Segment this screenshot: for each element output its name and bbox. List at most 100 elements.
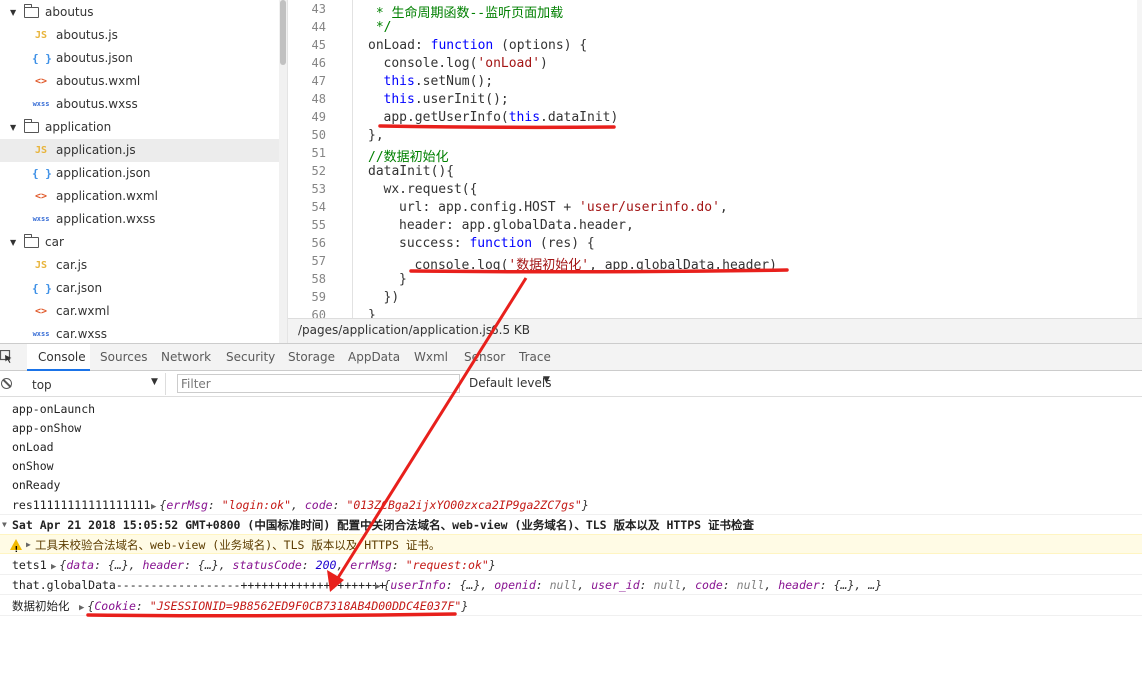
expand-caret-icon[interactable]: ▶ xyxy=(51,562,56,572)
caret-down-icon[interactable]: ▼ xyxy=(2,515,7,535)
object-preview[interactable]: ▶ {userInfo: {…}, openid: null, user_id: … xyxy=(375,575,882,597)
code-line[interactable]: this.setNum(); xyxy=(384,74,494,89)
caret-down-icon[interactable]: ▼ xyxy=(10,116,20,139)
file-row[interactable]: { } application.json xyxy=(0,162,279,185)
folder-row[interactable]: ▼ application xyxy=(0,116,279,139)
code-line[interactable]: app.getUserInfo(this.dataInit) xyxy=(384,110,619,125)
file-row[interactable]: wxss car.wxss xyxy=(0,323,279,343)
file-size: 6.5 KB xyxy=(491,323,530,337)
object-token: : xyxy=(332,498,347,512)
code-line[interactable]: dataInit(){ xyxy=(368,164,454,179)
context-selector[interactable]: top ▼ xyxy=(22,373,166,395)
console-filter-input[interactable] xyxy=(177,374,460,393)
file-row[interactable]: JS aboutus.js xyxy=(0,24,279,47)
line-number: 50 xyxy=(311,128,326,142)
object-token: : xyxy=(391,558,406,572)
code-line[interactable]: //数据初始化 xyxy=(368,146,449,165)
code-token: .dataInit) xyxy=(540,110,619,125)
file-row[interactable]: wxss application.wxss xyxy=(0,208,279,231)
code-line[interactable]: console.log('onLoad') xyxy=(384,56,548,71)
file-path: /pages/application/application.js xyxy=(298,323,493,337)
code-line[interactable]: onLoad: function (options) { xyxy=(368,38,587,53)
inspect-icon[interactable] xyxy=(0,350,12,363)
object-token: } xyxy=(461,599,469,613)
folder-row[interactable]: ▼ aboutus xyxy=(0,1,279,24)
file-row[interactable]: { } aboutus.json xyxy=(0,47,279,70)
code-line[interactable]: console.log('数据初始化', app.globalData.head… xyxy=(415,254,777,273)
code-token: console.log( xyxy=(414,258,509,273)
line-number: 49 xyxy=(311,110,326,124)
file-row[interactable]: <> car.wxml xyxy=(0,300,279,323)
code-line[interactable]: }) xyxy=(384,290,400,305)
group-title: Sat Apr 21 2018 15:05:52 GMT+0800 (中国标准时… xyxy=(12,518,754,532)
tab-console[interactable]: Console xyxy=(27,344,90,371)
console-log-row: onLoad xyxy=(0,437,1142,457)
tab-network[interactable]: Network xyxy=(161,344,211,371)
file-row[interactable]: <> aboutus.wxml xyxy=(0,70,279,93)
tab-wxml[interactable]: Wxml xyxy=(414,344,448,371)
tab-trace[interactable]: Trace xyxy=(519,344,551,371)
file-row[interactable]: JS car.js xyxy=(0,254,279,277)
object-token: user_id xyxy=(591,578,640,592)
line-number: 48 xyxy=(311,92,326,106)
file-tree-scrollbar[interactable] xyxy=(279,0,287,343)
caret-down-icon[interactable]: ▼ xyxy=(10,1,20,24)
log-text: app-onShow xyxy=(12,421,82,435)
log-label: that.globalData------------------+++++++… xyxy=(12,578,386,592)
code-line[interactable]: } xyxy=(399,272,407,287)
object-token: header xyxy=(778,578,820,592)
object-preview[interactable]: ▶ {data: {…}, header: {…}, statusCode: 20… xyxy=(51,555,496,577)
expand-caret-icon[interactable]: ▶ xyxy=(79,603,84,613)
object-preview[interactable]: ▶ {errMsg: "login:ok", code: "013ZCBga2ij… xyxy=(151,495,589,517)
code-token: this xyxy=(383,74,415,89)
file-row[interactable]: wxss aboutus.wxss xyxy=(0,93,279,116)
dropdown-arrow-icon: ▼ xyxy=(151,377,158,387)
code-line[interactable]: success: function (res) { xyxy=(399,236,595,251)
log-levels-dropdown[interactable]: Default levels xyxy=(469,376,551,390)
file-row[interactable]: JS application.js xyxy=(0,139,279,162)
object-token: Cookie xyxy=(94,599,136,613)
file-row[interactable]: { } car.json xyxy=(0,277,279,300)
code-line[interactable]: }, xyxy=(368,128,384,143)
log-label: tets1 xyxy=(12,558,47,572)
editor-status-bar: /pages/application/application.js 6.5 KB xyxy=(288,318,1142,343)
object-token: code xyxy=(695,578,723,592)
object-token: errMsg xyxy=(350,558,392,572)
code-line[interactable]: this.userInit(); xyxy=(384,92,509,107)
expand-caret-icon[interactable]: ▶ xyxy=(375,582,380,592)
code-editor[interactable]: 43 44 45 46 47 48 49 50 51 52 53 54 55 56 57 58 59 60 * 生… xyxy=(288,0,1142,318)
file-label: application.wxss xyxy=(56,212,156,226)
clear-console-icon[interactable] xyxy=(1,378,12,389)
tab-appdata[interactable]: AppData xyxy=(348,344,400,371)
code-line[interactable]: * 生命周期函数--监听页面加载 xyxy=(368,2,563,21)
expand-caret-icon[interactable]: ▶ xyxy=(151,502,156,512)
caret-down-icon[interactable]: ▼ xyxy=(10,231,20,254)
scrollbar-thumb[interactable] xyxy=(280,0,286,65)
line-number: 60 xyxy=(311,308,326,318)
line-number: 47 xyxy=(311,74,326,88)
folder-icon xyxy=(23,4,39,18)
folder-row[interactable]: ▼ car xyxy=(0,231,279,254)
code-line[interactable]: wx.request({ xyxy=(384,182,478,197)
object-token: 200 xyxy=(315,558,337,572)
code-line[interactable]: */ xyxy=(368,20,392,35)
editor-scrollbar[interactable] xyxy=(1137,0,1142,318)
tab-storage[interactable]: Storage xyxy=(288,344,335,371)
tab-sensor[interactable]: Sensor xyxy=(464,344,505,371)
tab-security[interactable]: Security xyxy=(226,344,275,371)
code-line[interactable]: header: app.globalData.header, xyxy=(399,218,634,233)
console-warning-row: ▶ 工具未校验合法域名、web-view (业务域名)、TLS 版本以及 HTTP… xyxy=(0,534,1142,560)
code-line[interactable]: } xyxy=(368,308,376,318)
file-row[interactable]: <> application.wxml xyxy=(0,185,279,208)
object-token: , xyxy=(577,578,592,592)
expand-caret-icon[interactable]: ▶ xyxy=(26,535,31,555)
file-label: aboutus.json xyxy=(56,51,133,65)
tab-sources[interactable]: Sources xyxy=(100,344,147,371)
code-line[interactable]: url: app.config.HOST + 'user/userinfo.do… xyxy=(399,200,728,215)
object-token: : xyxy=(207,498,222,512)
file-label: aboutus.js xyxy=(56,28,118,42)
line-number: 45 xyxy=(311,38,326,52)
object-token: null xyxy=(549,578,578,592)
object-preview[interactable]: ▶ {Cookie: "JSESSIONID=9B8562ED9F0CB7318A… xyxy=(79,596,468,618)
folder-icon xyxy=(23,119,39,133)
